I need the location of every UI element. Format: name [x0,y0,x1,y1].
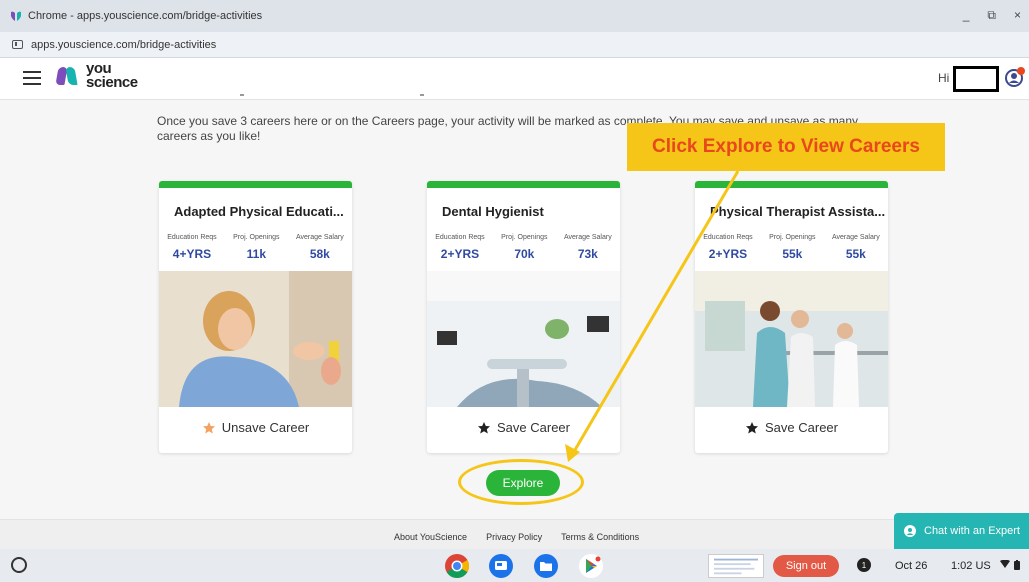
star-filled-icon [202,421,215,433]
career-card[interactable]: Physical Therapist Assista... Education … [695,181,888,453]
restore-button[interactable]: ⧉ [987,8,996,23]
site-info-icon[interactable] [12,40,23,49]
career-photo-therapy-clinic [695,271,888,407]
page-footer: About YouScience Privacy Policy Terms & … [0,519,1029,549]
career-photo-teacher [159,271,352,407]
footer-link-privacy[interactable]: Privacy Policy [486,532,542,542]
classroom-app-icon[interactable] [488,553,514,579]
stat-label-education: Education Reqs [703,234,753,241]
youscience-favicon-icon [11,11,21,21]
chrome-app-icon[interactable] [444,553,470,579]
save-toggle[interactable]: Unsave Career [159,420,352,435]
greeting: Hi [938,71,950,85]
logo-mark-icon [55,65,81,87]
save-label[interactable]: Save Career [765,420,838,435]
battery-icon [1014,560,1020,570]
chat-with-expert-button[interactable]: Chat with an Expert [894,513,1029,549]
stat-label-salary: Average Salary [563,234,612,241]
stat-label-openings: Proj. Openings [233,234,280,241]
stat-value-openings: 55k [782,247,803,261]
save-label[interactable]: Unsave Career [222,420,309,435]
save-label[interactable]: Save Career [497,420,570,435]
minimize-button[interactable]: _ [963,8,970,23]
cropped-text-fragment [240,94,424,96]
user-name-redacted [953,66,999,92]
logo-text-line2: science [86,74,138,91]
explore-button[interactable]: Explore [486,470,560,496]
stat-label-education: Education Reqs [435,234,485,241]
play-store-app-icon[interactable] [578,553,604,579]
career-stats: Education Reqs 4+YRS Proj. Openings 11k Av… [159,234,352,261]
youscience-logo[interactable]: you science [55,61,138,91]
stat-value-salary: 58k [309,247,330,261]
files-app-icon[interactable] [533,553,559,579]
stat-value-education: 2+YRS [440,247,480,261]
stat-value-salary: 55k [845,247,866,261]
callout-annotation: Click Explore to View Careers [627,123,945,171]
address-bar[interactable]: apps.youscience.com/bridge-activities [0,32,1029,58]
career-title[interactable]: Adapted Physical Educati... [174,204,344,219]
career-stats: Education Reqs 2+YRS Proj. Openings 55k Av… [695,234,888,261]
footer-link-terms[interactable]: Terms & Conditions [561,532,639,542]
stat-label-salary: Average Salary [295,234,344,241]
taskbar-time[interactable]: 1:02 US [951,560,991,572]
user-account-icon[interactable] [1004,66,1026,88]
notification-count-badge[interactable]: 1 [857,558,871,572]
status-area[interactable] [1000,560,1020,570]
stat-value-openings: 70k [514,247,535,261]
career-card[interactable]: Dental Hygienist Education Reqs 2+YRS Pro… [427,181,620,453]
save-toggle[interactable]: Save Career [695,420,888,435]
stat-value-education: 2+YRS [708,247,748,261]
footer-link-about[interactable]: About YouScience [394,532,467,542]
career-title[interactable]: Physical Therapist Assista... [710,204,885,219]
close-button[interactable]: × [1014,8,1021,23]
star-filled-icon [746,421,758,433]
stat-value-openings: 11k [246,247,266,261]
menu-icon[interactable] [23,71,41,85]
stat-value-salary: 73k [577,247,598,261]
stat-label-salary: Average Salary [831,234,880,241]
career-photo-dental-office [427,271,620,407]
window-controls: _ ⧉ × [963,8,1021,23]
career-title[interactable]: Dental Hygienist [442,204,544,219]
os-taskbar: Sign out 1 Oct 26 1:02 US [0,549,1029,582]
wifi-icon [1000,560,1010,568]
chat-label[interactable]: Chat with an Expert [924,525,1020,537]
window-titlebar: Chrome - apps.youscience.com/bridge-acti… [0,0,1029,32]
url-text[interactable]: apps.youscience.com/bridge-activities [31,39,216,51]
save-toggle[interactable]: Save Career [427,420,620,435]
taskbar-clock: 1:02 [951,560,973,572]
taskbar-date[interactable]: Oct 26 [895,560,927,572]
stat-label-openings: Proj. Openings [501,234,548,241]
career-card[interactable]: Adapted Physical Educati... Education Re… [159,181,352,453]
taskbar-locale: US [975,560,991,572]
stat-label-openings: Proj. Openings [769,234,816,241]
stat-value-education: 4+YRS [172,247,212,261]
sign-out-button[interactable]: Sign out [773,555,839,577]
career-stats: Education Reqs 2+YRS Proj. Openings 70k Av… [427,234,620,261]
star-filled-icon [478,421,490,433]
window-title: Chrome - apps.youscience.com/bridge-acti… [28,10,263,22]
stat-label-education: Education Reqs [167,234,217,241]
app-header: you science Hi [0,58,1029,100]
chat-person-icon [904,525,916,537]
launcher-icon[interactable] [11,557,27,573]
screenshot-thumbnail[interactable] [708,554,764,578]
